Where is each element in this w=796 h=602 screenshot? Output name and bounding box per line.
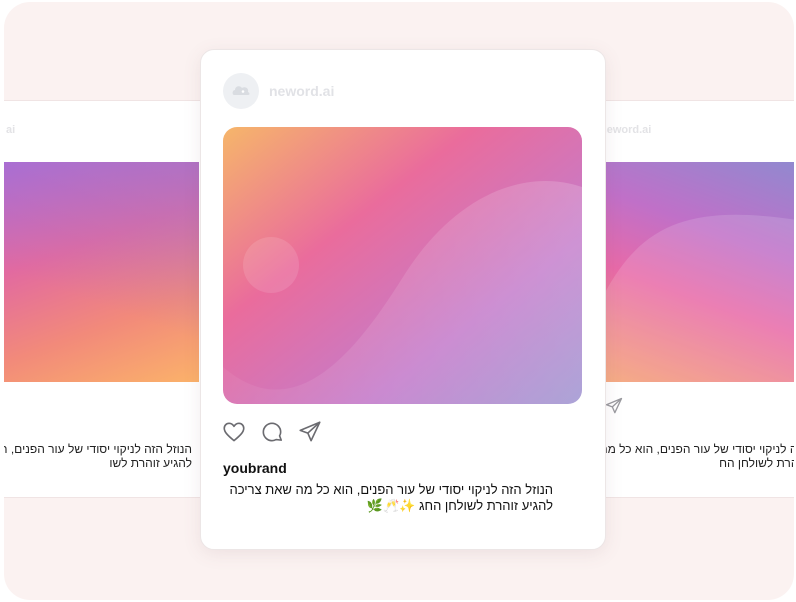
post-card[interactable]: neword.ai youbrand הנוזל הזה לניקוי יסוד… (200, 49, 606, 550)
send-icon[interactable] (297, 419, 323, 445)
side-post-right[interactable]: neword.ai הנוזל הזה לניקוי יסודי של עור … (600, 100, 794, 496)
side-post-left[interactable]: ai הנוזל הזה לניקוי יסודי של עור הפנים, … (4, 100, 199, 496)
side-wave-shape (600, 214, 794, 382)
post-username[interactable]: youbrand (223, 460, 287, 476)
comment-icon[interactable] (259, 419, 285, 445)
brand-logo-icon (223, 73, 259, 109)
brand-name: neword.ai (269, 83, 335, 99)
side-post-image (600, 162, 794, 382)
post-image (223, 127, 582, 404)
side-post-caption: הנוזל הזה לניקוי יסודי של עור הפנים, הוא… (600, 442, 794, 470)
side-post-image (4, 162, 199, 382)
heart-icon[interactable] (221, 419, 247, 445)
post-caption: הנוזל הזה לניקוי יסודי של עור הפנים, הוא… (223, 482, 553, 514)
caption-line: להגיע זוהרת לשולחן החג ✨🥂🌿 (366, 498, 553, 513)
post-header: neword.ai (223, 72, 334, 110)
side-brand-name: neword.ai (600, 124, 652, 136)
stage-background: ai הנוזל הזה לניקוי יסודי של עור הפנים, … (4, 2, 794, 600)
side-post-caption: הנוזל הזה לניקוי יסודי של עור הפנים, הוא… (4, 442, 192, 470)
caption-line: הנוזל הזה לניקוי יסודי של עור הפנים, הוא… (229, 482, 553, 497)
send-icon[interactable] (604, 396, 624, 421)
side-brand-name: ai (6, 124, 16, 136)
post-actions (221, 419, 323, 445)
